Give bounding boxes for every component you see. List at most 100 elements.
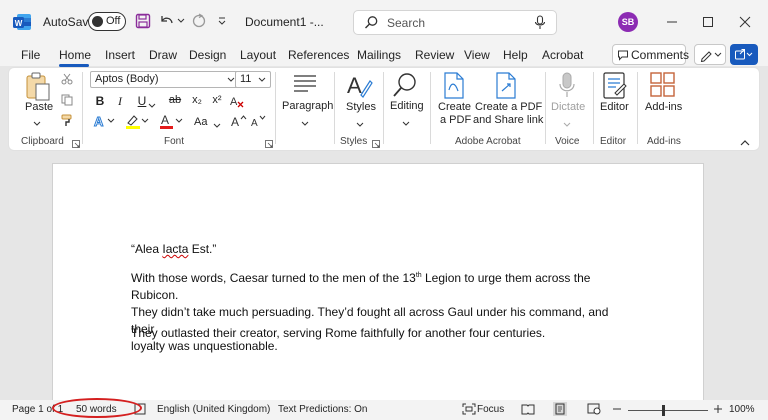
styles-launcher-icon[interactable] — [372, 137, 380, 151]
tab-design[interactable]: Design — [189, 48, 226, 62]
word-logo-icon: W — [12, 12, 32, 32]
highlight-color-icon[interactable] — [125, 113, 149, 132]
editing-dropdown-icon[interactable] — [402, 116, 410, 130]
focus-icon[interactable] — [462, 403, 476, 418]
zoom-level[interactable]: 100% — [729, 404, 755, 415]
save-icon[interactable] — [134, 12, 152, 30]
paste-dropdown-icon[interactable] — [33, 116, 41, 130]
underline-dropdown-icon[interactable] — [148, 98, 156, 112]
strikethrough-button[interactable]: ab — [167, 94, 183, 106]
language-status[interactable]: English (United Kingdom) — [157, 404, 270, 415]
styles-icon[interactable]: A — [345, 71, 373, 102]
tab-references[interactable]: References — [288, 48, 349, 62]
text-effects-icon[interactable]: A — [93, 114, 115, 131]
focus-label[interactable]: Focus — [477, 404, 504, 415]
zoom-in-icon[interactable] — [713, 403, 723, 418]
create-pdf-icon[interactable] — [442, 72, 466, 103]
shrink-font-icon[interactable]: A — [251, 114, 267, 131]
misspelled-word[interactable]: Iacta — [162, 242, 188, 256]
change-case-button[interactable]: Aa — [194, 116, 207, 128]
superscript-button[interactable]: x² — [209, 94, 225, 106]
paragraph-label[interactable]: Paragraph — [282, 100, 333, 112]
tab-draw[interactable]: Draw — [149, 48, 177, 62]
text-predictions-status[interactable]: Text Predictions: On — [278, 404, 367, 415]
create-pdf-label-2[interactable]: a PDF — [440, 114, 471, 126]
addins-label[interactable]: Add-ins — [645, 101, 682, 113]
tab-acrobat[interactable]: Acrobat — [542, 48, 583, 62]
tab-view[interactable]: View — [464, 48, 490, 62]
editor-icon[interactable] — [602, 72, 628, 103]
font-launcher-icon[interactable] — [265, 137, 273, 151]
editing-mode-button[interactable] — [694, 44, 726, 65]
styles-dropdown-icon[interactable] — [356, 117, 364, 131]
tab-insert[interactable]: Insert — [105, 48, 135, 62]
document-area: “Alea Iacta Est.” With those words, Caes… — [0, 153, 768, 403]
tab-mailings[interactable]: Mailings — [357, 48, 401, 62]
comments-button[interactable]: Comments — [612, 44, 689, 65]
tab-layout[interactable]: Layout — [240, 48, 276, 62]
italic-button[interactable]: I — [112, 94, 128, 109]
dictate-dropdown-icon[interactable] — [563, 117, 571, 131]
cut-icon[interactable] — [61, 73, 73, 88]
ribbon-separator — [383, 72, 384, 144]
undo-icon[interactable] — [158, 12, 176, 30]
grow-font-icon[interactable]: A — [231, 114, 247, 131]
share-button[interactable] — [730, 44, 758, 65]
dictate-label[interactable]: Dictate — [551, 101, 585, 113]
ribbon-separator — [637, 72, 638, 144]
tab-help[interactable]: Help — [503, 48, 528, 62]
search-input[interactable]: Search — [353, 10, 557, 35]
redo-icon[interactable] — [190, 12, 208, 30]
search-placeholder: Search — [387, 16, 426, 30]
read-mode-icon[interactable] — [521, 403, 535, 418]
clipboard-launcher-icon[interactable] — [72, 137, 80, 151]
copy-icon[interactable] — [61, 94, 73, 109]
maximize-icon[interactable] — [700, 14, 716, 30]
document-page[interactable]: “Alea Iacta Est.” With those words, Caes… — [52, 163, 704, 403]
tab-file[interactable]: File — [21, 48, 40, 62]
font-name-select[interactable]: Aptos (Body) — [90, 71, 240, 88]
paste-icon[interactable] — [25, 72, 51, 104]
zoom-slider-thumb[interactable] — [662, 405, 665, 416]
subscript-button[interactable]: x₂ — [189, 94, 205, 106]
paragraph-dropdown-icon[interactable] — [301, 116, 309, 130]
editing-search-icon[interactable] — [391, 71, 419, 102]
chevron-down-icon — [227, 77, 235, 82]
create-pdf-label-1[interactable]: Create — [438, 101, 471, 113]
editing-label[interactable]: Editing — [390, 100, 424, 112]
dictate-microphone-icon[interactable] — [558, 72, 576, 103]
paragraph-1[interactable]: “Alea Iacta Est.” — [131, 241, 631, 258]
customize-toolbar-icon[interactable] — [216, 14, 228, 28]
styles-label[interactable]: Styles — [346, 101, 376, 113]
addins-icon[interactable] — [650, 72, 676, 101]
collapse-ribbon-icon[interactable] — [740, 136, 750, 150]
minimize-icon[interactable] — [664, 14, 680, 30]
paragraph-icon[interactable] — [292, 73, 318, 98]
autosave-toggle[interactable]: Off — [88, 12, 126, 31]
clear-formatting-icon[interactable]: A — [229, 94, 245, 111]
create-share-label-2[interactable]: and Share link — [473, 114, 543, 126]
font-size-select[interactable]: 11 — [235, 71, 271, 88]
close-icon[interactable] — [737, 14, 753, 30]
microphone-icon[interactable] — [534, 15, 546, 33]
zoom-slider[interactable] — [628, 410, 708, 411]
create-share-pdf-icon[interactable] — [494, 72, 520, 103]
document-title[interactable]: Document1 -... — [245, 15, 324, 29]
tab-home[interactable]: Home — [59, 48, 91, 62]
create-share-label-1[interactable]: Create a PDF — [475, 101, 542, 113]
bold-button[interactable]: B — [92, 94, 108, 108]
zoom-out-icon[interactable] — [612, 403, 622, 418]
svg-text:A: A — [231, 115, 239, 128]
change-case-dropdown-icon[interactable] — [213, 118, 221, 132]
editor-label[interactable]: Editor — [600, 101, 629, 113]
web-layout-icon[interactable] — [587, 403, 601, 418]
paragraph-3[interactable]: They outlasted their creator, serving Ro… — [131, 325, 631, 342]
undo-dropdown-icon[interactable] — [176, 14, 186, 28]
paste-label[interactable]: Paste — [25, 101, 53, 113]
format-painter-icon[interactable] — [61, 114, 74, 130]
avatar[interactable]: SB — [618, 12, 638, 32]
print-layout-icon[interactable] — [553, 402, 567, 419]
tab-review[interactable]: Review — [415, 48, 454, 62]
text-run: With those words, Caesar turned to the m… — [131, 271, 416, 285]
font-color-icon[interactable]: A — [159, 113, 183, 132]
